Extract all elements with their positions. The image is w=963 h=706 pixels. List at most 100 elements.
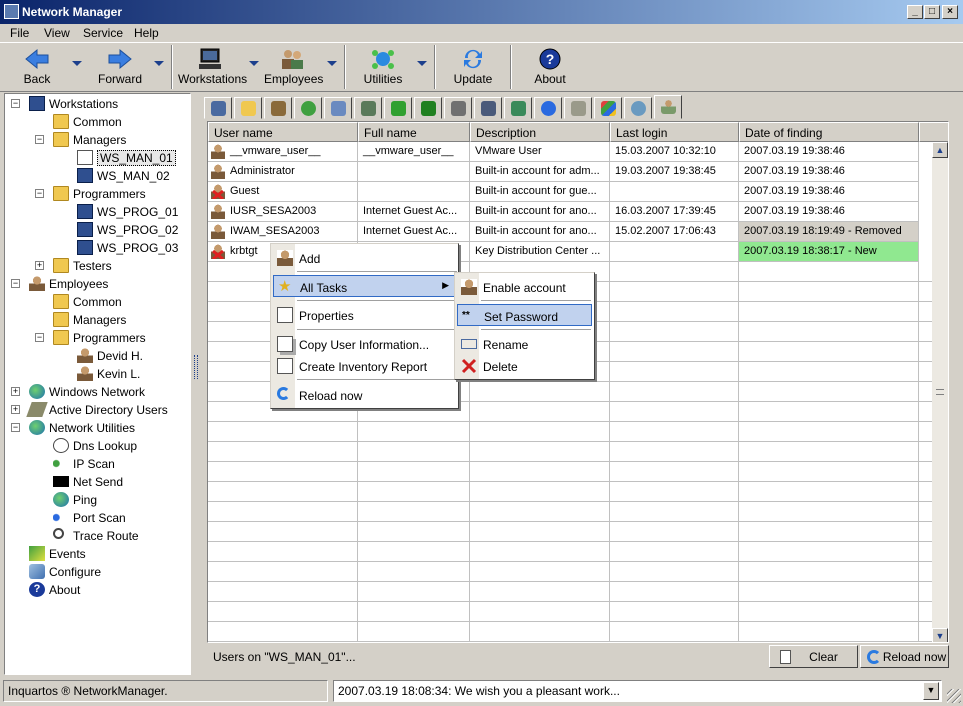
all-tasks-submenu: Enable account ** Set Password Rename Del… [454,272,595,380]
column-header-user-name[interactable]: User name [208,122,358,142]
employees-icon [279,48,305,70]
collapse-icon[interactable]: − [35,135,44,144]
tab-software[interactable] [504,97,532,119]
menu-item-copy-user-info[interactable]: Copy User Information... [273,333,456,355]
tab-hardware[interactable] [414,97,442,119]
menu-item-enable-account[interactable]: Enable account [457,276,592,298]
tab-notes[interactable] [234,97,262,119]
tab-users[interactable] [654,95,682,119]
collapse-icon[interactable]: − [11,99,20,108]
user-name-cell: Administrator [208,162,358,182]
scroll-up-button[interactable]: ▲ [932,142,948,158]
workstations-dropdown-icon[interactable] [249,61,259,66]
printer-icon [451,101,466,116]
table-row[interactable]: IWAM_SESA2003 Internet Guest Ac... Built… [208,222,934,242]
description-cell: Built-in account for gue... [470,182,610,202]
tab-media[interactable] [384,97,412,119]
menu-item-reload-now[interactable]: Reload now [273,384,456,406]
status-message: 2007.03.19 18:08:34: We wish you a pleas… [338,684,620,698]
collapse-icon[interactable]: − [11,423,20,432]
clear-button[interactable]: Clear [769,645,858,668]
chevron-down-icon[interactable]: ▼ [923,682,939,700]
splitter[interactable] [191,93,203,675]
menu-view[interactable]: View [44,26,70,40]
collapse-icon[interactable]: − [35,333,44,342]
tab-drives[interactable] [264,97,292,119]
close-button[interactable]: × [942,5,958,19]
tab-network[interactable] [354,97,382,119]
menu-item-create-report[interactable]: Create Inventory Report [273,355,456,377]
table-row[interactable]: Administrator Built-in account for adm..… [208,162,934,182]
chip-icon [421,101,436,116]
tab-screen[interactable] [204,97,232,119]
collapse-icon[interactable]: − [11,279,20,288]
column-header-description[interactable]: Description [470,122,610,142]
update-button[interactable]: Update [448,45,498,89]
utilities-button[interactable]: Utilities [358,45,408,89]
grid-footer: Users on "WS_MAN_01"... Clear Reload now [207,645,949,669]
services-icon [541,101,556,116]
grid-line [208,441,934,442]
forward-button[interactable]: Forward [92,45,148,89]
last-login-cell [610,182,739,202]
back-dropdown-icon[interactable] [72,61,82,66]
table-row[interactable]: IUSR_SESA2003 Internet Guest Ac... Built… [208,202,934,222]
tab-windows[interactable] [594,97,622,119]
table-row[interactable]: __vmware_user__ __vmware_user__ VMware U… [208,142,934,162]
expand-icon[interactable]: + [11,405,20,414]
employees-dropdown-icon[interactable] [327,61,337,66]
tab-groups[interactable] [624,97,652,119]
tab-services[interactable] [534,97,562,119]
about-button[interactable]: ? About [528,45,572,89]
workstations-button[interactable]: Workstations [178,45,247,89]
column-header-full-name[interactable]: Full name [358,122,470,142]
description-cell: Built-in account for ano... [470,222,610,242]
tab-printers[interactable] [444,97,472,119]
maximize-button[interactable]: □ [924,5,940,19]
menu-item-all-tasks[interactable]: ★ All Tasks ▶ [273,275,456,297]
drive-icon [271,101,286,116]
tab-shares[interactable] [564,97,592,119]
menu-service[interactable]: Service [83,26,123,40]
table-row[interactable]: Guest Built-in account for gue... 2007.0… [208,182,934,202]
menu-bar: File View Service Help [0,24,963,42]
date-of-finding-new-cell: 2007.03.19 18:38:17 - New [739,242,919,262]
resize-grip-icon[interactable] [947,689,961,703]
menu-item-properties[interactable]: Properties [273,304,456,326]
menu-item-rename[interactable]: Rename [457,333,592,355]
tab-files[interactable] [324,97,352,119]
grid-line [208,501,934,502]
collapse-icon[interactable]: − [35,189,44,198]
reload-now-button[interactable]: Reload now [860,645,949,668]
tab-display[interactable] [474,97,502,119]
scroll-grip-icon[interactable] [936,389,944,395]
back-arrow-icon [24,48,50,70]
user-icon [77,366,93,381]
dns-icon [53,438,69,453]
expand-icon[interactable]: + [35,261,44,270]
back-button[interactable]: Back [14,45,60,89]
menu-item-delete[interactable]: Delete [457,355,592,377]
minimize-button[interactable]: _ [907,5,923,19]
status-message-combo[interactable]: 2007.03.19 18:08:34: We wish you a pleas… [333,680,942,702]
workstation-icon [77,240,93,255]
refresh-icon [867,650,881,664]
menu-help[interactable]: Help [134,26,159,40]
expand-icon[interactable]: + [11,387,20,396]
tab-processes[interactable] [294,97,322,119]
user-icon [77,348,93,363]
last-login-cell [610,242,739,262]
menu-item-set-password[interactable]: ** Set Password [457,304,592,326]
full-name-cell [358,162,470,182]
scroll-down-button[interactable]: ▼ [932,628,948,642]
column-header-date-of-finding[interactable]: Date of finding [739,122,919,142]
menu-file[interactable]: File [10,26,29,40]
user-name-cell: __vmware_user__ [208,142,358,162]
employees-button[interactable]: Employees [264,45,323,89]
forward-dropdown-icon[interactable] [154,61,164,66]
column-header-last-login[interactable]: Last login [610,122,739,142]
disabled-user-icon [211,184,225,199]
menu-item-add[interactable]: Add [273,247,456,269]
vertical-scrollbar[interactable]: ▲ ▼ [932,142,948,642]
utilities-dropdown-icon[interactable] [417,61,427,66]
